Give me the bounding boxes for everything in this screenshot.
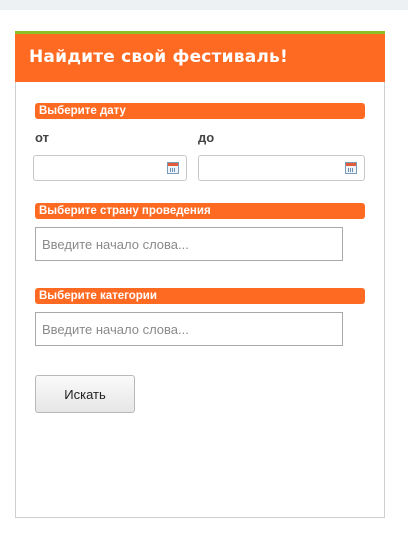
panel-header: Найдите свой фестиваль!	[15, 31, 385, 82]
country-input[interactable]	[35, 227, 343, 261]
panel-title: Найдите свой фестиваль!	[29, 47, 288, 67]
festival-search-panel: Найдите свой фестиваль! Выберите дату от…	[15, 31, 385, 518]
calendar-icon[interactable]	[345, 162, 357, 174]
country-section-label: Выберите страну проведения	[35, 203, 365, 219]
date-section-label: Выберите дату	[35, 103, 365, 119]
date-to-input[interactable]	[198, 155, 365, 181]
date-from-label: от	[35, 130, 49, 145]
calendar-icon[interactable]	[167, 162, 179, 174]
date-from-input[interactable]	[33, 155, 187, 181]
date-to-label: до	[198, 130, 215, 145]
search-button[interactable]: Искать	[35, 375, 135, 413]
category-section-label: Выберите категории	[35, 288, 365, 304]
top-strip	[0, 0, 408, 10]
category-input[interactable]	[35, 312, 343, 346]
